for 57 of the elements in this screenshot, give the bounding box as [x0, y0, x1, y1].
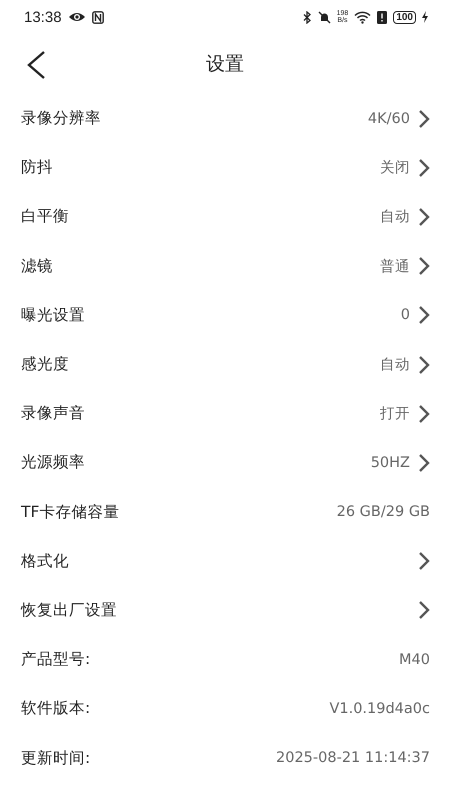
setting-label: 恢复出厂设置 — [21, 600, 117, 621]
setting-value: 2025-08-21 11:14:37 — [276, 750, 430, 766]
setting-label: 软件版本: — [21, 698, 90, 720]
setting-value: M40 — [399, 652, 430, 668]
chevron-right-icon — [418, 452, 430, 473]
setting-value: 4K/60 — [368, 110, 410, 127]
setting-label: 防抖 — [21, 157, 53, 178]
page-title: 设置 — [206, 52, 244, 77]
eye-icon — [68, 11, 86, 23]
setting-label: 录像声音 — [21, 403, 85, 424]
back-icon — [26, 50, 46, 80]
settings-row[interactable]: 录像声音 打开 — [0, 389, 450, 438]
chevron-right-icon — [418, 354, 430, 375]
setting-value: 0 — [400, 307, 410, 324]
setting-label: 感光度 — [21, 354, 69, 376]
wifi-icon — [354, 10, 372, 24]
chevron-right-icon — [418, 600, 430, 620]
setting-value: 自动 — [380, 356, 410, 374]
bluetooth-icon — [302, 10, 312, 24]
settings-row[interactable]: 格式化 — [0, 536, 450, 586]
setting-value: 自动 — [380, 208, 410, 226]
setting-value: 关闭 — [380, 159, 410, 178]
setting-value: V1.0.19d4a0c — [329, 700, 430, 717]
setting-value: 普通 — [380, 258, 410, 276]
chevron-right-icon — [418, 404, 430, 424]
setting-label: 产品型号: — [21, 649, 90, 670]
battery-level: 100 — [393, 10, 416, 24]
chevron-right-icon — [418, 108, 430, 129]
setting-label: 更新时间: — [21, 748, 90, 769]
setting-label: 格式化 — [21, 550, 69, 572]
settings-row[interactable]: 感光度 自动 — [0, 340, 450, 390]
setting-value: 50HZ — [370, 454, 410, 471]
chevron-right-icon — [418, 551, 430, 572]
settings-row[interactable]: 光源频率 50HZ — [0, 438, 450, 488]
status-time: 13:38 — [24, 8, 62, 26]
settings-row[interactable]: 恢复出厂设置 — [0, 586, 450, 636]
chevron-right-icon — [418, 206, 430, 227]
setting-label: 白平衡 — [21, 206, 69, 228]
chevron-right-icon — [418, 305, 430, 326]
settings-row[interactable]: 防抖 关闭 — [0, 143, 450, 192]
setting-label: 光源频率 — [21, 452, 85, 474]
settings-row[interactable]: 录像分辨率 4K/60 — [0, 94, 450, 144]
setting-label: 滤镜 — [21, 256, 53, 277]
settings-row[interactable]: 白平衡 自动 — [0, 192, 450, 242]
settings-row[interactable]: 曝光设置 0 — [0, 290, 450, 340]
setting-label: 录像分辨率 — [21, 108, 101, 130]
setting-label: 曝光设置 — [21, 304, 85, 326]
sim-alert-icon — [377, 10, 388, 24]
setting-label: TF卡存储容量 — [21, 502, 120, 523]
muted-bell-icon — [318, 10, 331, 24]
setting-value: 打开 — [380, 405, 410, 424]
nfc-icon — [92, 10, 104, 24]
charging-icon — [422, 11, 428, 23]
chevron-right-icon — [418, 256, 430, 276]
chevron-right-icon — [418, 158, 430, 178]
settings-row[interactable]: 滤镜 普通 — [0, 242, 450, 291]
setting-value: 26 GB/29 GB — [336, 504, 430, 520]
